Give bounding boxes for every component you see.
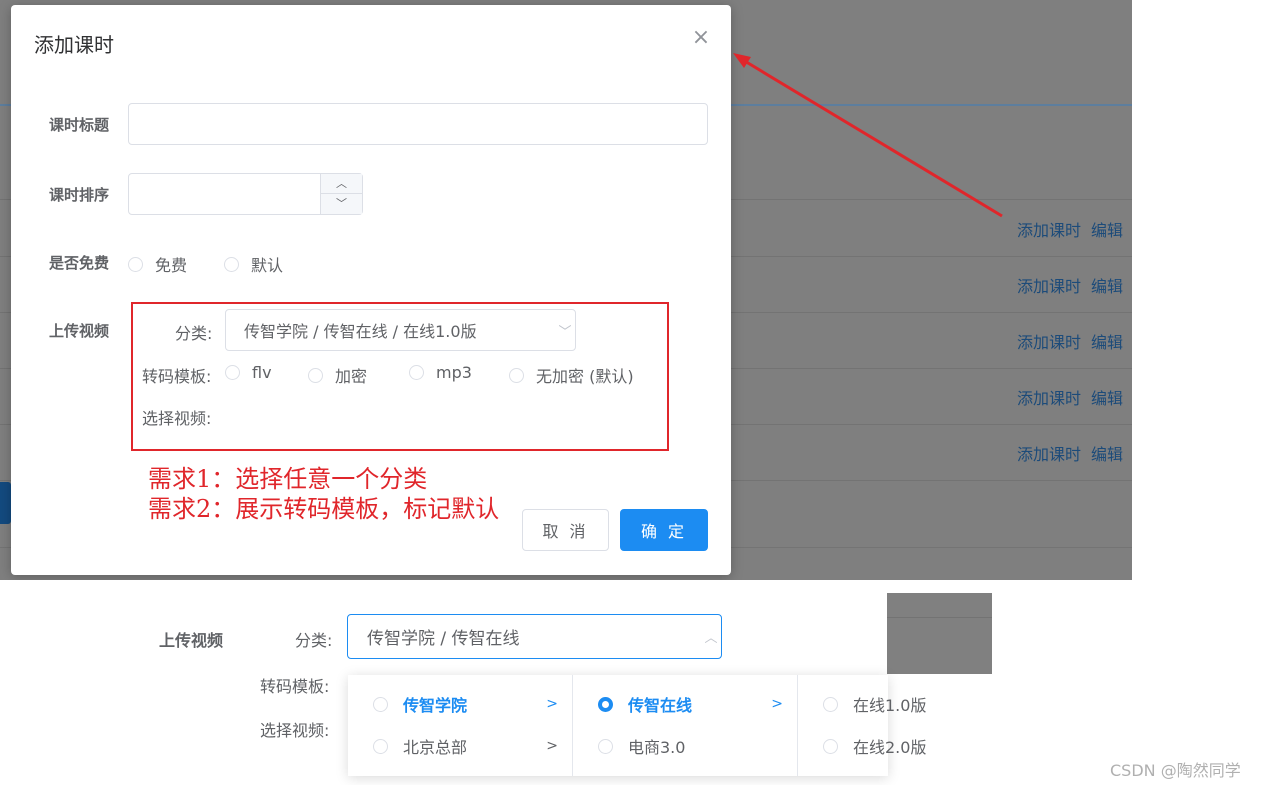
decrease-icon[interactable]: ﹀	[321, 194, 362, 214]
category-cascader-panel: 传智学院 > 北京总部 > 传智在线 > 电商3.0 在线1.0版 在线2.0版	[348, 675, 926, 776]
radio-circle[interactable]	[823, 696, 838, 712]
bottom-category-label: 分类:	[295, 631, 333, 650]
cancel-button[interactable]: 取 消	[522, 509, 609, 551]
background-row-actions: 添加课时 编辑	[1017, 273, 1132, 297]
lesson-title-label: 课时标题	[49, 116, 110, 134]
template-radio-no-encrypt[interactable]: 无加密 (默认)	[509, 363, 634, 387]
radio-label: mp3	[436, 363, 472, 382]
add-lesson-link[interactable]: 添加课时	[1017, 445, 1081, 464]
radio-label: 默认	[251, 256, 284, 275]
chevron-down-icon: ﹀	[558, 324, 572, 340]
bottom-category-select[interactable]: 传智学院 / 传智在线 ︿	[347, 614, 722, 659]
background-row-actions: 添加课时 编辑	[1017, 217, 1132, 241]
modal-backdrop[interactable]: 添加课时 编辑 添加课时 编辑 添加课时 编辑 添加课时 编辑 添加课时 编辑 添加课时 …	[0, 0, 1132, 580]
template-radio-flv[interactable]: flv	[225, 363, 272, 382]
cascader-option[interactable]: 传智在线 >	[573, 683, 797, 725]
close-icon[interactable]: ×	[689, 25, 713, 50]
add-lesson-link[interactable]: 添加课时	[1017, 221, 1081, 240]
background-blue-button	[0, 482, 11, 524]
radio-circle	[308, 367, 323, 383]
select-video-label: 选择视频:	[142, 409, 212, 428]
background-fragment	[887, 593, 992, 674]
cascader-option[interactable]: 北京总部 >	[348, 725, 572, 767]
radio-label: 加密	[335, 367, 368, 386]
cascader-column-3: 在线1.0版 在线2.0版	[798, 675, 926, 776]
radio-circle[interactable]	[373, 738, 388, 754]
add-lesson-link[interactable]: 添加课时	[1017, 389, 1081, 408]
option-label: 在线1.0版	[853, 696, 927, 715]
option-label: 在线2.0版	[853, 738, 927, 757]
radio-circle	[224, 256, 239, 272]
lesson-title-input[interactable]	[128, 103, 708, 145]
category-value: 传智学院 / 传智在线 / 在线1.0版	[244, 322, 477, 341]
cascader-option[interactable]: 电商3.0	[573, 725, 797, 767]
option-label: 电商3.0	[628, 738, 686, 757]
category-label: 分类:	[175, 324, 213, 343]
radio-circle[interactable]	[823, 738, 838, 754]
edit-link[interactable]: 编辑	[1091, 333, 1123, 352]
lesson-sort-stepper[interactable]: ︿ ﹀	[128, 173, 363, 215]
radio-circle	[509, 367, 524, 383]
watermark: CSDN @陶然同学	[1110, 761, 1241, 780]
increase-icon[interactable]: ︿	[321, 174, 362, 194]
background-row-actions: 添加课时 编辑	[1017, 329, 1132, 353]
radio-label: flv	[252, 363, 272, 382]
radio-circle[interactable]	[598, 738, 613, 754]
add-lesson-link[interactable]: 添加课时	[1017, 277, 1081, 296]
chevron-right-icon: >	[546, 738, 558, 754]
lesson-sort-label: 课时排序	[49, 186, 110, 204]
radio-circle	[409, 365, 424, 380]
chevron-right-icon: >	[771, 696, 783, 712]
dialog-title: 添加课时	[34, 33, 114, 57]
requirement-note-2: 需求2：展示转码模板，标记默认	[148, 495, 500, 523]
requirement-note-1: 需求1：选择任意一个分类	[148, 465, 428, 493]
add-lesson-dialog: 添加课时 × 课时标题 课时排序 ︿ ﹀ 是否免费 免费 默认 上传视频 分类:…	[11, 5, 731, 575]
add-lesson-link[interactable]: 添加课时	[1017, 333, 1081, 352]
chevron-up-icon: ︿	[704, 631, 718, 646]
radio-label: 免费	[155, 256, 188, 275]
edit-link[interactable]: 编辑	[1091, 445, 1123, 464]
upload-video-label: 上传视频	[49, 322, 110, 340]
background-row-actions: 添加课时 编辑	[1017, 441, 1132, 465]
bottom-category-value: 传智学院 / 传智在线	[367, 629, 520, 649]
category-select[interactable]: 传智学院 / 传智在线 / 在线1.0版 ﹀	[225, 309, 576, 351]
template-radio-mp3[interactable]: mp3	[409, 363, 472, 382]
chevron-right-icon: >	[546, 696, 558, 712]
edit-link[interactable]: 编辑	[1091, 221, 1123, 240]
confirm-button[interactable]: 确 定	[620, 509, 708, 551]
bottom-template-label: 转码模板:	[260, 677, 330, 696]
cascader-column-1: 传智学院 > 北京总部 >	[348, 675, 573, 776]
option-label: 传智在线	[628, 696, 693, 715]
edit-link[interactable]: 编辑	[1091, 277, 1123, 296]
template-radio-encrypt[interactable]: 加密	[308, 363, 367, 387]
cascader-column-2: 传智在线 > 电商3.0	[573, 675, 798, 776]
is-free-label: 是否免费	[49, 254, 110, 272]
bottom-select-video-label: 选择视频:	[260, 721, 330, 740]
bottom-upload-video-label: 上传视频	[159, 631, 224, 650]
radio-circle	[128, 256, 143, 272]
radio-checked[interactable]	[598, 696, 613, 712]
background-row-actions: 添加课时 编辑	[1017, 385, 1132, 409]
cascader-option[interactable]: 传智学院 >	[348, 683, 572, 725]
stepper-controls: ︿ ﹀	[320, 174, 362, 214]
default-radio[interactable]: 默认	[224, 252, 283, 276]
radio-circle[interactable]	[373, 696, 388, 712]
template-label: 转码模板:	[142, 367, 212, 386]
option-label: 北京总部	[403, 738, 468, 757]
cascader-option[interactable]: 在线2.0版	[798, 725, 926, 767]
cascader-option[interactable]: 在线1.0版	[798, 683, 926, 725]
radio-circle	[225, 365, 240, 380]
option-label: 传智学院	[403, 696, 468, 715]
free-radio[interactable]: 免费	[128, 252, 187, 276]
edit-link[interactable]: 编辑	[1091, 389, 1123, 408]
radio-label: 无加密 (默认)	[536, 367, 634, 386]
